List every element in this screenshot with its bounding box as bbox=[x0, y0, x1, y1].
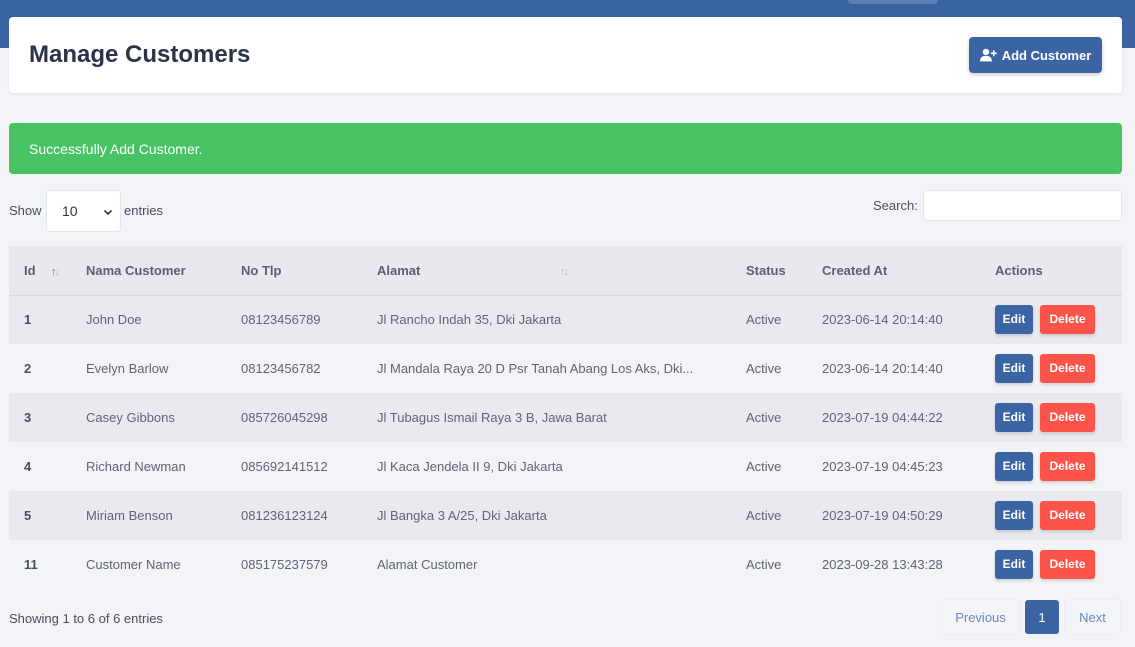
cell-name: Evelyn Barlow bbox=[86, 361, 169, 376]
show-label: Show bbox=[9, 203, 42, 218]
column-header-id[interactable]: Id ↑↓ bbox=[9, 246, 71, 295]
cell-id: 2 bbox=[24, 361, 32, 376]
page-header: Manage Customers Add Customer bbox=[9, 17, 1122, 93]
cell-status: Active bbox=[746, 508, 782, 523]
cell-name: Casey Gibbons bbox=[86, 410, 175, 425]
table-row: 3 Casey Gibbons 085726045298 Jl Tubagus … bbox=[9, 393, 1122, 442]
sort-icon: ↑↓ bbox=[51, 266, 60, 278]
delete-button[interactable]: Delete bbox=[1040, 501, 1095, 530]
cell-name: John Doe bbox=[86, 312, 142, 328]
cell-address: Jl Kaca Jendela II 9, Dki Jakarta bbox=[377, 459, 563, 474]
page-1-button[interactable]: 1 bbox=[1025, 600, 1059, 634]
entries-length-select[interactable]: 10 bbox=[46, 190, 121, 232]
table-info: Showing 1 to 6 of 6 entries bbox=[9, 611, 163, 626]
table-row: 2 Evelyn Barlow 08123456782 Jl Mandala R… bbox=[9, 344, 1122, 393]
table-row: 1 John Doe 08123456789 Jl Rancho Indah 3… bbox=[9, 295, 1122, 344]
cell-status: Active bbox=[746, 459, 782, 474]
cell-id: 5 bbox=[24, 508, 32, 523]
delete-button[interactable]: Delete bbox=[1040, 305, 1095, 335]
cell-actions: Edit Delete bbox=[980, 295, 1122, 344]
cell-created-at: 2023-07-19 04:45:23 bbox=[822, 459, 943, 474]
cell-address: Jl Bangka 3 A/25, Dki Jakarta bbox=[377, 508, 547, 523]
cell-phone: 085175237579 bbox=[241, 557, 328, 572]
delete-button[interactable]: Delete bbox=[1040, 550, 1095, 579]
cell-actions: Edit Delete bbox=[980, 442, 1122, 491]
edit-button[interactable]: Edit bbox=[995, 305, 1033, 335]
cell-id: 3 bbox=[24, 410, 32, 425]
edit-button[interactable]: Edit bbox=[995, 501, 1033, 530]
alert-message: Successfully Add Customer. bbox=[29, 140, 203, 157]
cell-actions: Edit Delete bbox=[980, 393, 1122, 442]
cell-status: Active bbox=[746, 557, 782, 572]
table-row: 11 Customer Name 085175237579 Alamat Cus… bbox=[9, 540, 1122, 589]
cell-actions: Edit Delete bbox=[980, 344, 1122, 393]
navbar-tab[interactable] bbox=[848, 0, 938, 4]
cell-created-at: 2023-09-28 13:43:28 bbox=[822, 557, 943, 572]
cell-created-at: 2023-06-14 20:14:40 bbox=[822, 312, 943, 328]
edit-button[interactable]: Edit bbox=[995, 403, 1033, 432]
cell-id: 1 bbox=[24, 312, 32, 328]
table-row: 4 Richard Newman 085692141512 Jl Kaca Je… bbox=[9, 442, 1122, 491]
add-customer-label: Add Customer bbox=[1001, 47, 1092, 63]
cell-phone: 085726045298 bbox=[241, 410, 328, 425]
edit-button[interactable]: Edit bbox=[995, 550, 1033, 579]
cell-status: Active bbox=[746, 361, 782, 376]
table-row: 5 Miriam Benson 081236123124 Jl Bangka 3… bbox=[9, 491, 1122, 540]
cell-status: Active bbox=[746, 410, 782, 425]
cell-created-at: 2023-06-14 20:14:40 bbox=[822, 361, 943, 376]
cell-address: Jl Mandala Raya 20 D Psr Tanah Abang Los… bbox=[377, 361, 694, 376]
cell-created-at: 2023-07-19 04:44:22 bbox=[822, 410, 943, 425]
entries-label: entries bbox=[124, 203, 164, 218]
cell-address: Jl Tubagus Ismail Raya 3 B, Jawa Barat bbox=[377, 410, 607, 425]
delete-button[interactable]: Delete bbox=[1040, 403, 1095, 432]
delete-button[interactable]: Delete bbox=[1040, 452, 1095, 481]
table-header-row: Id ↑↓ Nama Customer ↑↓ No Tlp ↑↓ Alamat Sta… bbox=[9, 246, 1122, 295]
cell-phone: 081236123124 bbox=[241, 508, 328, 523]
cell-phone: 08123456789 bbox=[241, 312, 321, 328]
column-header-status: Status bbox=[746, 262, 786, 278]
chevron-down-icon bbox=[103, 209, 113, 216]
column-header-phone[interactable]: No Tlp ↑↓ bbox=[226, 246, 569, 295]
next-page-button[interactable]: Next bbox=[1065, 600, 1120, 634]
cell-actions: Edit Delete bbox=[980, 540, 1122, 589]
column-header-name[interactable]: Nama Customer ↑↓ bbox=[71, 246, 278, 295]
delete-button[interactable]: Delete bbox=[1040, 354, 1095, 383]
column-header-actions: Actions bbox=[995, 262, 1043, 278]
cell-status: Active bbox=[746, 312, 782, 328]
cell-id: 11 bbox=[24, 557, 38, 572]
page-title: Manage Customers bbox=[29, 41, 251, 68]
search-input[interactable] bbox=[923, 190, 1122, 221]
cell-phone: 08123456782 bbox=[241, 361, 321, 376]
search-label: Search: bbox=[873, 198, 918, 213]
cell-name: Customer Name bbox=[86, 557, 181, 572]
cell-phone: 085692141512 bbox=[241, 459, 328, 474]
cell-name: Miriam Benson bbox=[86, 508, 173, 523]
previous-page-button[interactable]: Previous bbox=[942, 600, 1019, 634]
column-header-address: Alamat bbox=[377, 262, 421, 278]
cell-address: Alamat Customer bbox=[377, 557, 478, 572]
success-alert: Successfully Add Customer. bbox=[9, 123, 1122, 174]
customers-table: Id ↑↓ Nama Customer ↑↓ No Tlp ↑↓ Alamat Sta… bbox=[9, 246, 1122, 589]
cell-address: Jl Rancho Indah 35, Dki Jakarta bbox=[377, 312, 562, 328]
column-header-created: Created At bbox=[822, 262, 888, 278]
edit-button[interactable]: Edit bbox=[995, 354, 1033, 383]
add-customer-button[interactable]: Add Customer bbox=[969, 37, 1102, 73]
length-value: 10 bbox=[62, 203, 78, 219]
user-plus-icon bbox=[979, 48, 997, 62]
edit-button[interactable]: Edit bbox=[995, 452, 1033, 481]
cell-created-at: 2023-07-19 04:50:29 bbox=[822, 508, 943, 523]
cell-id: 4 bbox=[24, 459, 32, 474]
cell-actions: Edit Delete bbox=[980, 491, 1122, 540]
cell-name: Richard Newman bbox=[86, 459, 186, 474]
